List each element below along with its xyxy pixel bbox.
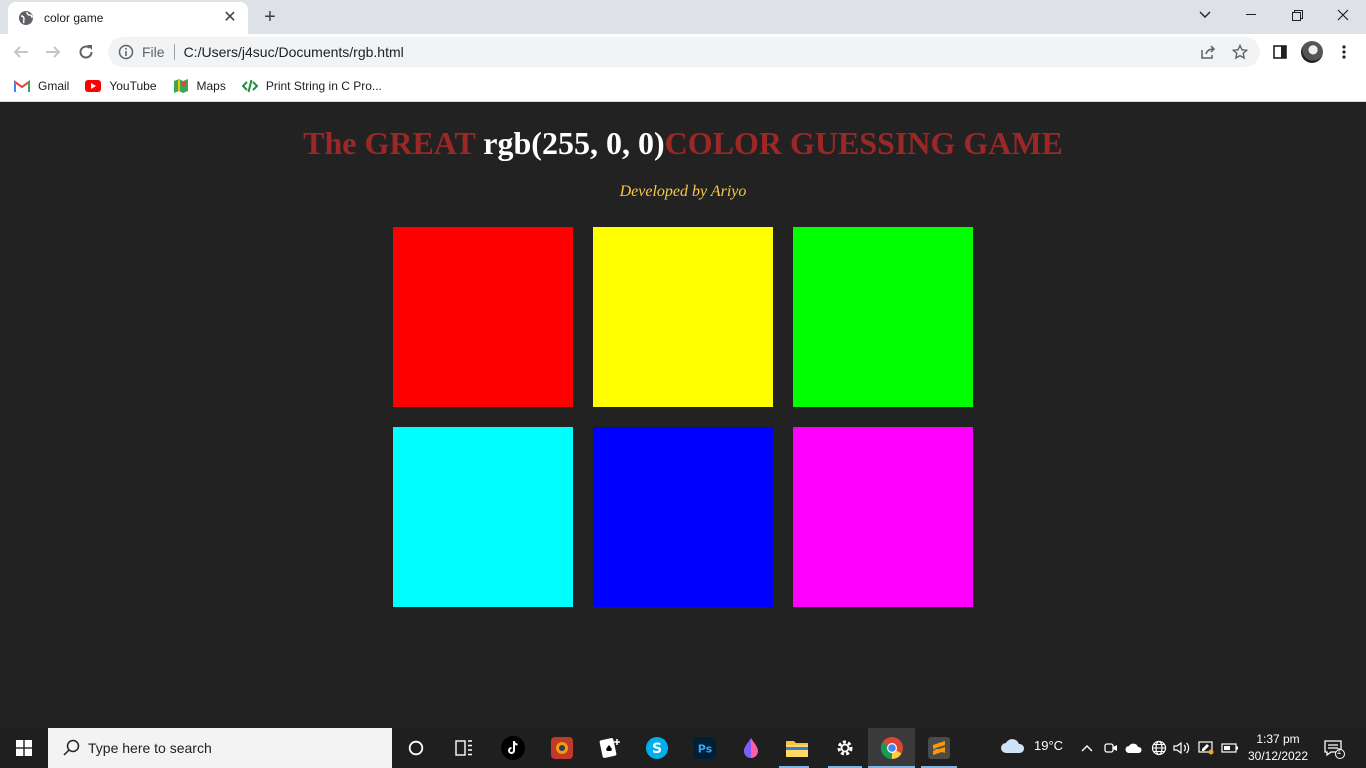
cortana-icon[interactable] xyxy=(402,734,430,762)
solitaire-icon[interactable] xyxy=(596,734,624,762)
title-suffix: COLOR GUESSING GAME xyxy=(664,125,1063,161)
info-icon[interactable] xyxy=(118,44,134,60)
bookmark-label: Maps xyxy=(196,78,226,93)
taskbar-search-box[interactable]: Type here to search xyxy=(48,728,392,768)
color-square-4[interactable] xyxy=(393,427,573,607)
meet-now-icon[interactable] xyxy=(1102,739,1120,757)
bookmarks-bar: Gmail YouTube Maps Print String in C Pro… xyxy=(0,70,1366,102)
browser-tab[interactable]: color game ✕ xyxy=(8,2,248,34)
more-menu-icon[interactable] xyxy=(1334,42,1354,62)
bookmark-label: YouTube xyxy=(109,78,157,93)
tab-strip: color game ✕ + xyxy=(0,0,1366,34)
code-icon xyxy=(241,78,258,94)
color-square-5[interactable] xyxy=(593,427,773,607)
color-square-grid xyxy=(393,227,973,607)
reload-icon[interactable] xyxy=(75,41,97,63)
pen-workspace-icon[interactable] xyxy=(1197,739,1215,757)
network-globe-icon[interactable] xyxy=(1150,739,1168,757)
maps-icon xyxy=(173,78,189,94)
paint-drop-icon[interactable] xyxy=(737,734,765,762)
close-tab-icon[interactable]: ✕ xyxy=(222,10,238,26)
settings-gear-icon[interactable] xyxy=(831,734,859,762)
browser-toolbar: File C:/Users/j4suc/Documents/rgb.html xyxy=(0,34,1366,70)
sublime-text-icon[interactable] xyxy=(925,734,953,762)
side-panel-icon[interactable] xyxy=(1270,42,1290,62)
game-app-icon[interactable] xyxy=(548,734,576,762)
file-explorer-icon[interactable] xyxy=(783,734,811,762)
windows-taskbar: Type here to search S Ps 19°C 1:37 pm 30… xyxy=(0,728,1366,768)
task-view-icon[interactable] xyxy=(450,734,478,762)
tab-search-icon[interactable] xyxy=(1182,0,1228,30)
bookmark-label: Gmail xyxy=(38,78,70,93)
forward-arrow-icon[interactable] xyxy=(42,41,64,63)
bookmark-star-icon[interactable] xyxy=(1230,42,1250,62)
developer-credit: Developed by Ariyo xyxy=(619,183,747,200)
weather-temperature: 19°C xyxy=(1034,737,1064,753)
page-content: The GREAT rgb(255, 0, 0)COLOR GUESSING G… xyxy=(0,103,1366,728)
close-window-button[interactable] xyxy=(1320,0,1366,30)
weather-widget[interactable]: 19°C xyxy=(1000,736,1063,754)
profile-avatar[interactable] xyxy=(1301,41,1323,63)
volume-icon[interactable] xyxy=(1173,739,1191,757)
bookmark-print-string[interactable]: Print String in C Pro... xyxy=(241,78,382,94)
clock-time: 1:37 pm xyxy=(1256,732,1300,746)
target-color-display: rgb(255, 0, 0) xyxy=(483,125,665,161)
omnibox-divider xyxy=(173,44,175,60)
address-bar[interactable]: File C:/Users/j4suc/Documents/rgb.html xyxy=(108,37,1260,67)
title-prefix: The GREAT xyxy=(303,125,484,161)
restore-button[interactable] xyxy=(1274,0,1320,30)
chrome-icon[interactable] xyxy=(878,734,906,762)
new-tab-button[interactable]: + xyxy=(260,7,280,27)
share-icon[interactable] xyxy=(1198,42,1218,62)
notification-count-badge: 1 xyxy=(1336,747,1342,756)
tab-title: color game xyxy=(44,11,104,25)
cloud-icon xyxy=(1000,736,1026,754)
notification-center-icon[interactable]: 1 xyxy=(1322,738,1346,760)
system-clock[interactable]: 1:37 pm 30/12/2022 xyxy=(1244,731,1312,765)
tiktok-icon[interactable] xyxy=(499,734,527,762)
color-square-2[interactable] xyxy=(593,227,773,407)
skype-icon[interactable]: S xyxy=(643,734,671,762)
search-placeholder: Type here to search xyxy=(88,740,212,756)
show-hidden-icons-chevron-icon[interactable] xyxy=(1078,739,1096,757)
color-square-3[interactable] xyxy=(793,227,973,407)
bookmark-youtube[interactable]: YouTube xyxy=(85,78,157,94)
bookmark-label: Print String in C Pro... xyxy=(265,78,382,93)
svg-text:Ps: Ps xyxy=(698,743,713,756)
svg-text:S: S xyxy=(652,741,662,757)
bookmark-gmail[interactable]: Gmail xyxy=(14,78,69,94)
back-arrow-icon[interactable] xyxy=(10,41,32,63)
gmail-icon xyxy=(14,78,30,94)
windows-start-icon[interactable] xyxy=(0,728,48,768)
battery-icon[interactable] xyxy=(1221,739,1239,757)
search-icon xyxy=(62,739,80,757)
globe-icon xyxy=(18,10,34,26)
photoshop-icon[interactable]: Ps xyxy=(691,734,719,762)
url-text[interactable]: C:/Users/j4suc/Documents/rgb.html xyxy=(184,44,404,60)
bookmark-maps[interactable]: Maps xyxy=(173,78,226,94)
clock-date: 30/12/2022 xyxy=(1247,749,1309,763)
minimize-button[interactable] xyxy=(1228,0,1274,30)
color-square-1[interactable] xyxy=(393,227,573,407)
game-title: The GREAT rgb(255, 0, 0)COLOR GUESSING G… xyxy=(0,123,1366,163)
color-square-6[interactable] xyxy=(793,427,973,607)
url-scheme-label: File xyxy=(142,44,165,60)
onedrive-icon[interactable] xyxy=(1125,739,1143,757)
youtube-icon xyxy=(85,78,102,94)
